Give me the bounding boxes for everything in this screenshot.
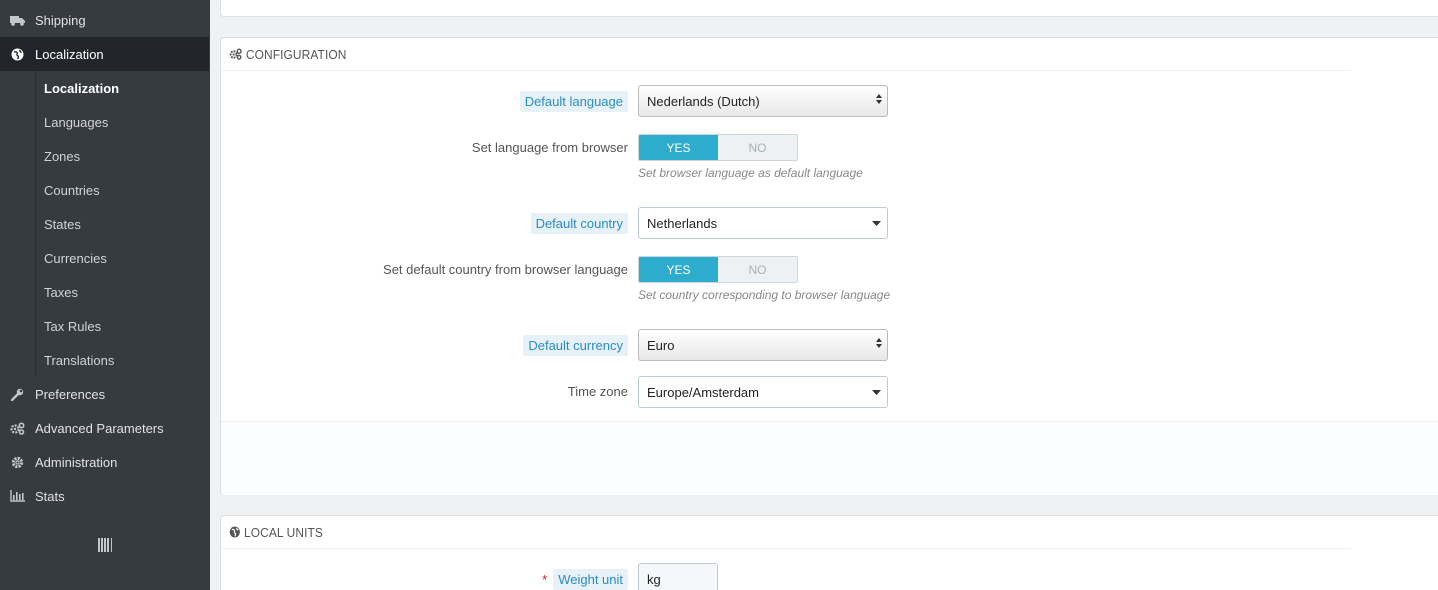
wrench-icon	[0, 388, 35, 401]
country-from-browser-toggle[interactable]: YES NO	[638, 256, 798, 283]
chevron-down-icon	[872, 208, 881, 238]
toggle-no[interactable]: NO	[718, 257, 797, 282]
collapse-menu-icon[interactable]	[98, 538, 112, 554]
gear-icon	[0, 456, 35, 469]
sidebar: Shipping Localization Localization Langu…	[0, 0, 210, 590]
submenu-item-zones[interactable]: Zones	[36, 139, 210, 173]
select-updown-icon	[876, 94, 882, 104]
globe-icon	[229, 526, 240, 538]
weight-unit-label: * Weight unit	[542, 569, 628, 590]
sidebar-item-localization[interactable]: Localization	[0, 37, 209, 71]
previous-panel	[220, 0, 1438, 17]
submenu-item-translations[interactable]: Translations	[36, 343, 210, 377]
panel-title: CONFIGURATION	[245, 46, 347, 62]
time-zone-label: Time zone	[567, 384, 628, 399]
sidebar-item-label: Advanced Parameters	[35, 420, 164, 436]
country-from-browser-label: Set default country from browser languag…	[383, 262, 628, 277]
toggle-no[interactable]: NO	[718, 135, 797, 160]
cogs-icon	[229, 48, 242, 60]
globe-icon	[0, 48, 35, 61]
configuration-footer	[221, 421, 1438, 495]
chevron-down-icon	[872, 377, 881, 407]
toggle-yes[interactable]: YES	[639, 257, 718, 282]
configuration-header: CONFIGURATION	[221, 38, 1351, 71]
required-mark: *	[542, 572, 548, 587]
country-from-browser-help: Set country corresponding to browser lan…	[638, 288, 891, 302]
default-country-select[interactable]: Netherlands	[638, 207, 888, 239]
time-zone-select[interactable]: Europe/Amsterdam	[638, 376, 888, 408]
submenu-item-currencies[interactable]: Currencies	[36, 241, 210, 275]
panel-title: LOCAL UNITS	[244, 524, 324, 540]
sidebar-item-advanced-parameters[interactable]: Advanced Parameters	[0, 411, 210, 445]
sidebar-item-label: Preferences	[35, 386, 106, 402]
sidebar-item-label: Administration	[35, 454, 118, 470]
default-language-select[interactable]: Nederlands (Dutch)	[638, 85, 888, 117]
bar-chart-icon	[0, 490, 35, 502]
sidebar-item-label: Localization	[35, 46, 104, 62]
truck-icon	[0, 15, 35, 26]
submenu-item-states[interactable]: States	[36, 207, 210, 241]
submenu-item-countries[interactable]: Countries	[36, 173, 210, 207]
sidebar-item-shipping[interactable]: Shipping	[0, 3, 210, 37]
lang-from-browser-help: Set browser language as default language	[638, 166, 863, 180]
localization-submenu: Localization Languages Zones Countries S…	[35, 71, 210, 377]
weight-unit-input[interactable]: kg	[638, 563, 718, 590]
default-currency-select[interactable]: Euro	[638, 329, 888, 361]
sidebar-item-label: Stats	[35, 488, 65, 504]
default-country-label: Default country	[530, 213, 628, 234]
local-units-header: LOCAL UNITS	[221, 516, 1351, 549]
submenu-item-languages[interactable]: Languages	[36, 105, 210, 139]
default-language-label: Default language	[519, 91, 628, 112]
select-updown-icon	[876, 338, 882, 348]
lang-from-browser-label: Set language from browser	[471, 140, 628, 155]
local-units-panel: LOCAL UNITS * Weight unit kg	[220, 515, 1438, 590]
configuration-panel: CONFIGURATION Default language Nederland…	[220, 37, 1438, 495]
submenu-item-localization[interactable]: Localization	[36, 71, 210, 105]
toggle-yes[interactable]: YES	[639, 135, 718, 160]
sidebar-item-label: Shipping	[35, 12, 86, 28]
default-currency-label: Default currency	[523, 335, 628, 356]
submenu-item-tax-rules[interactable]: Tax Rules	[36, 309, 210, 343]
lang-from-browser-toggle[interactable]: YES NO	[638, 134, 798, 161]
sidebar-item-preferences[interactable]: Preferences	[0, 377, 210, 411]
sidebar-item-stats[interactable]: Stats	[0, 479, 210, 513]
cogs-icon	[0, 421, 35, 435]
submenu-item-taxes[interactable]: Taxes	[36, 275, 210, 309]
sidebar-item-administration[interactable]: Administration	[0, 445, 210, 479]
